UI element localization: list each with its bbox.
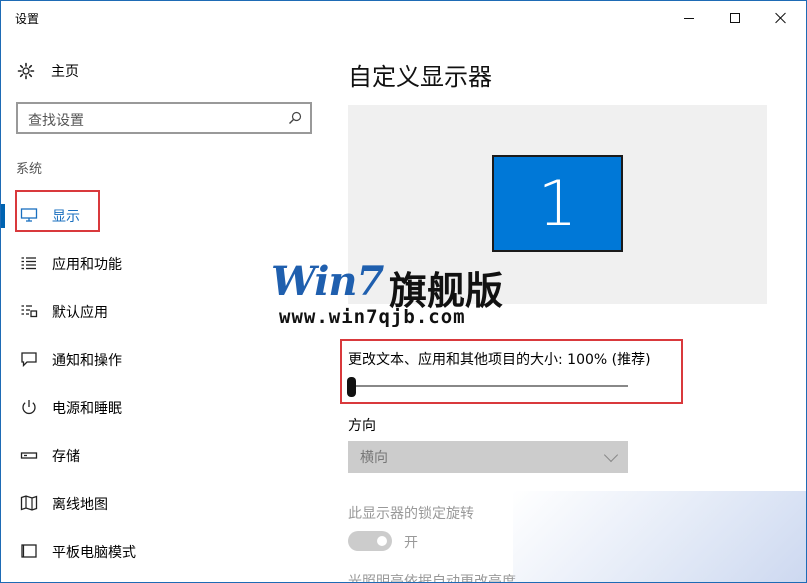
watermark-url: www.win7qjb.com <box>279 306 466 328</box>
gear-icon <box>17 62 35 80</box>
close-button[interactable] <box>758 1 804 35</box>
default-apps-icon <box>21 305 38 318</box>
list-icon <box>21 257 36 270</box>
sidebar-item-label: 默认应用 <box>52 305 108 321</box>
sidebar-item-label: 离线地图 <box>52 497 108 513</box>
sidebar-item-storage[interactable]: 存储 <box>1 440 321 470</box>
brightness-label: 光照明亮依据自动更改亮度 <box>348 574 516 583</box>
section-label-system: 系统 <box>16 162 43 177</box>
settings-window: 设置 主页 查找设置 系统 显示 应用和功能 默认应用 通知和操作 电源和睡眠 … <box>0 0 807 583</box>
lock-rotation-label: 此显示器的锁定旋转 <box>348 506 474 522</box>
toggle-knob <box>377 536 387 546</box>
sidebar-item-label: 平板电脑模式 <box>52 545 136 561</box>
search-input[interactable]: 查找设置 <box>16 102 312 134</box>
lock-rotation-state: 开 <box>404 535 418 551</box>
title-bar: 设置 <box>1 1 806 35</box>
sidebar-item-label: 通知和操作 <box>52 353 122 369</box>
scale-slider-thumb[interactable] <box>347 377 356 397</box>
sidebar-item-notifications[interactable]: 通知和操作 <box>1 344 321 374</box>
notification-icon <box>21 352 37 367</box>
sidebar-item-offline-maps[interactable]: 离线地图 <box>1 488 321 518</box>
minimize-icon <box>684 17 694 19</box>
close-icon <box>775 12 787 24</box>
maximize-icon <box>730 13 740 23</box>
lock-rotation-toggle[interactable] <box>348 531 392 551</box>
orientation-value: 横向 <box>360 450 388 466</box>
scale-label: 更改文本、应用和其他项目的大小: 100% (推荐) <box>348 352 651 368</box>
corner-fade <box>513 491 806 582</box>
map-icon <box>20 495 38 511</box>
monitor-number: 1 <box>537 167 578 240</box>
sidebar-item-label: 应用和功能 <box>52 257 122 273</box>
watermark: Win7 旗舰版 www.win7qjb.com <box>271 256 531 336</box>
search-placeholder: 查找设置 <box>28 113 84 129</box>
monitor-tile[interactable]: 1 <box>492 155 623 252</box>
storage-icon <box>20 452 38 459</box>
home-label: 主页 <box>51 64 79 80</box>
orientation-dropdown[interactable]: 横向 <box>348 441 628 473</box>
tablet-icon <box>21 544 37 558</box>
highlight-box-display <box>15 190 100 232</box>
sidebar-item-label: 存储 <box>52 449 80 465</box>
watermark-brand: Win7 <box>271 258 384 305</box>
orientation-label: 方向 <box>348 418 376 434</box>
search-icon <box>289 111 302 124</box>
scale-slider-track[interactable] <box>351 385 628 387</box>
minimize-button[interactable] <box>666 1 712 35</box>
power-icon <box>22 400 36 415</box>
sidebar-item-power[interactable]: 电源和睡眠 <box>1 392 321 422</box>
maximize-button[interactable] <box>712 1 758 35</box>
sidebar-home[interactable]: 主页 <box>17 59 79 83</box>
window-title: 设置 <box>15 12 40 26</box>
sidebar-item-label: 电源和睡眠 <box>52 401 122 417</box>
sidebar-item-tablet-mode[interactable]: 平板电脑模式 <box>1 536 321 566</box>
page-title: 自定义显示器 <box>348 63 492 91</box>
chevron-down-icon <box>603 447 619 463</box>
